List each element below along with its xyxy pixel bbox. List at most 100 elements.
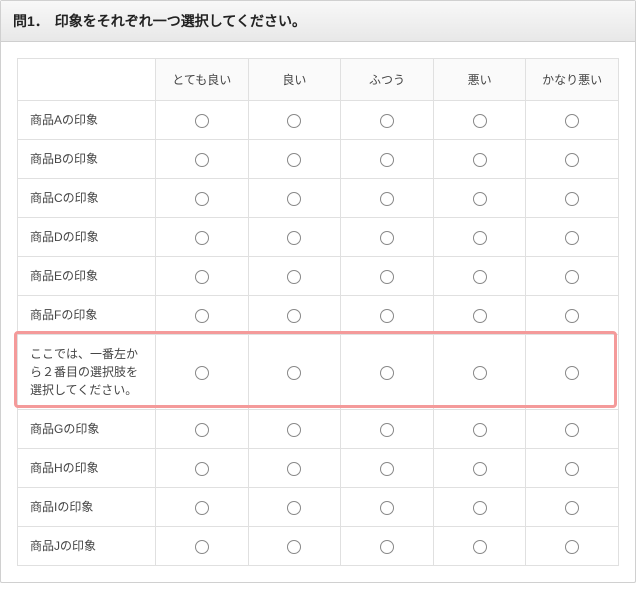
matrix-cell[interactable] <box>433 449 526 488</box>
matrix-cell[interactable] <box>526 410 619 449</box>
matrix-cell[interactable] <box>248 296 341 335</box>
matrix-cell[interactable] <box>433 140 526 179</box>
matrix-cell[interactable] <box>248 335 341 410</box>
matrix-cell[interactable] <box>248 140 341 179</box>
radio-icon[interactable] <box>195 462 209 476</box>
radio-icon[interactable] <box>473 423 487 437</box>
radio-icon[interactable] <box>565 270 579 284</box>
radio-icon[interactable] <box>380 462 394 476</box>
matrix-cell[interactable] <box>433 335 526 410</box>
radio-icon[interactable] <box>195 366 209 380</box>
matrix-cell[interactable] <box>341 218 434 257</box>
matrix-cell[interactable] <box>156 257 249 296</box>
matrix-cell[interactable] <box>248 488 341 527</box>
matrix-cell[interactable] <box>341 296 434 335</box>
matrix-cell[interactable] <box>156 527 249 566</box>
matrix-cell[interactable] <box>156 449 249 488</box>
matrix-cell[interactable] <box>526 140 619 179</box>
matrix-cell[interactable] <box>433 179 526 218</box>
radio-icon[interactable] <box>195 153 209 167</box>
matrix-cell[interactable] <box>248 257 341 296</box>
radio-icon[interactable] <box>195 540 209 554</box>
radio-icon[interactable] <box>565 540 579 554</box>
radio-icon[interactable] <box>287 366 301 380</box>
radio-icon[interactable] <box>380 501 394 515</box>
matrix-cell[interactable] <box>526 296 619 335</box>
radio-icon[interactable] <box>380 540 394 554</box>
matrix-cell[interactable] <box>526 257 619 296</box>
matrix-cell[interactable] <box>156 140 249 179</box>
radio-icon[interactable] <box>565 192 579 206</box>
radio-icon[interactable] <box>287 153 301 167</box>
radio-icon[interactable] <box>473 366 487 380</box>
radio-icon[interactable] <box>565 423 579 437</box>
matrix-cell[interactable] <box>156 218 249 257</box>
radio-icon[interactable] <box>380 366 394 380</box>
radio-icon[interactable] <box>195 501 209 515</box>
radio-icon[interactable] <box>287 501 301 515</box>
matrix-cell[interactable] <box>526 488 619 527</box>
radio-icon[interactable] <box>195 192 209 206</box>
matrix-cell[interactable] <box>341 488 434 527</box>
matrix-cell[interactable] <box>433 218 526 257</box>
matrix-cell[interactable] <box>341 179 434 218</box>
radio-icon[interactable] <box>380 309 394 323</box>
matrix-cell[interactable] <box>156 101 249 140</box>
radio-icon[interactable] <box>565 366 579 380</box>
radio-icon[interactable] <box>473 231 487 245</box>
matrix-cell[interactable] <box>341 449 434 488</box>
matrix-cell[interactable] <box>341 410 434 449</box>
radio-icon[interactable] <box>565 309 579 323</box>
matrix-cell[interactable] <box>248 179 341 218</box>
radio-icon[interactable] <box>565 462 579 476</box>
matrix-cell[interactable] <box>526 218 619 257</box>
radio-icon[interactable] <box>287 192 301 206</box>
matrix-cell[interactable] <box>526 527 619 566</box>
radio-icon[interactable] <box>473 540 487 554</box>
radio-icon[interactable] <box>473 270 487 284</box>
radio-icon[interactable] <box>287 540 301 554</box>
radio-icon[interactable] <box>380 153 394 167</box>
matrix-cell[interactable] <box>156 335 249 410</box>
matrix-cell[interactable] <box>156 488 249 527</box>
radio-icon[interactable] <box>473 309 487 323</box>
matrix-cell[interactable] <box>526 101 619 140</box>
radio-icon[interactable] <box>473 462 487 476</box>
radio-icon[interactable] <box>195 270 209 284</box>
radio-icon[interactable] <box>287 423 301 437</box>
radio-icon[interactable] <box>287 114 301 128</box>
radio-icon[interactable] <box>565 153 579 167</box>
matrix-cell[interactable] <box>156 179 249 218</box>
radio-icon[interactable] <box>195 423 209 437</box>
matrix-cell[interactable] <box>433 296 526 335</box>
radio-icon[interactable] <box>195 231 209 245</box>
radio-icon[interactable] <box>380 114 394 128</box>
matrix-cell[interactable] <box>156 296 249 335</box>
radio-icon[interactable] <box>565 114 579 128</box>
radio-icon[interactable] <box>380 231 394 245</box>
radio-icon[interactable] <box>287 270 301 284</box>
matrix-cell[interactable] <box>526 449 619 488</box>
radio-icon[interactable] <box>287 462 301 476</box>
matrix-cell[interactable] <box>526 179 619 218</box>
matrix-cell[interactable] <box>248 218 341 257</box>
matrix-cell[interactable] <box>433 527 526 566</box>
matrix-cell[interactable] <box>433 101 526 140</box>
matrix-cell[interactable] <box>433 410 526 449</box>
radio-icon[interactable] <box>287 231 301 245</box>
radio-icon[interactable] <box>473 153 487 167</box>
radio-icon[interactable] <box>195 114 209 128</box>
radio-icon[interactable] <box>565 231 579 245</box>
matrix-cell[interactable] <box>341 101 434 140</box>
radio-icon[interactable] <box>473 501 487 515</box>
matrix-cell[interactable] <box>341 140 434 179</box>
matrix-cell[interactable] <box>526 335 619 410</box>
radio-icon[interactable] <box>380 192 394 206</box>
matrix-cell[interactable] <box>341 335 434 410</box>
radio-icon[interactable] <box>565 501 579 515</box>
radio-icon[interactable] <box>380 423 394 437</box>
matrix-cell[interactable] <box>248 449 341 488</box>
matrix-cell[interactable] <box>248 527 341 566</box>
matrix-cell[interactable] <box>341 257 434 296</box>
matrix-cell[interactable] <box>341 527 434 566</box>
